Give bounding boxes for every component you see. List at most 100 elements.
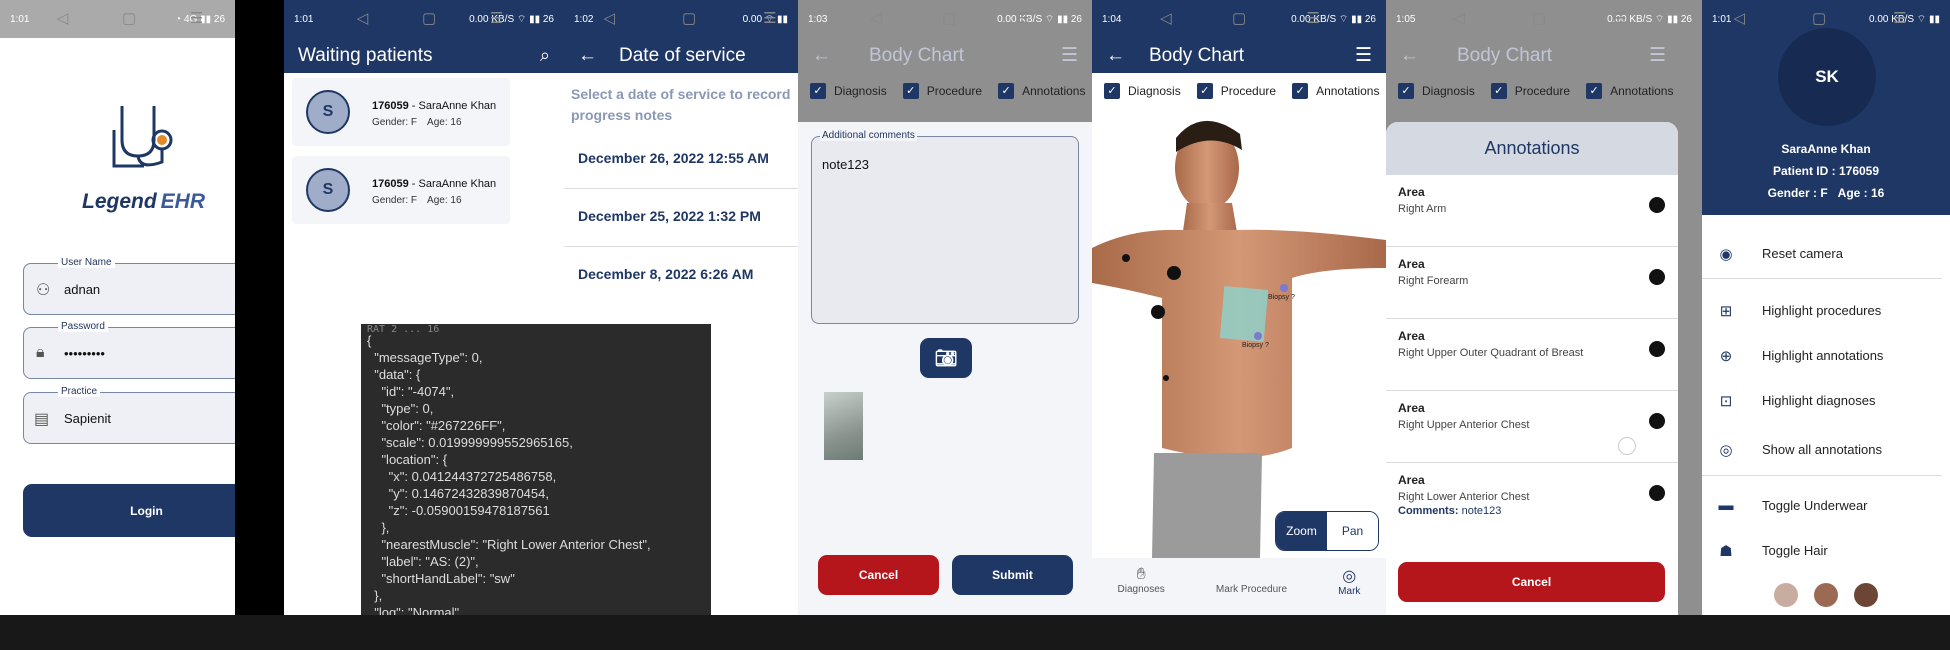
annotations-screen: 1:05 0.00 KB/S ⌔ ▮▮ 26 ← Body Chart ☰ ✓ Diag… — [1386, 0, 1702, 615]
menu-label: Toggle Underwear — [1762, 498, 1868, 513]
tab-annotations[interactable]: ✓ Annotations — [998, 82, 1085, 99]
date-item[interactable]: December 25, 2022 1:32 PM — [564, 189, 798, 247]
home-nav-icon[interactable]: ▢ — [1232, 9, 1246, 27]
menu-icon[interactable]: ☰ — [1355, 44, 1372, 67]
recents-nav-icon[interactable]: ☰ — [190, 9, 203, 27]
marker-dot — [1649, 413, 1665, 429]
menu-reset-camera[interactable]: ◉ Reset camera — [1702, 229, 1942, 279]
menu-label: Highlight diagnoses — [1762, 393, 1876, 408]
annotation-row[interactable]: Area Right Upper Outer Quadrant of Breast — [1386, 319, 1678, 391]
body-model-canvas[interactable] — [1092, 108, 1386, 558]
tab-procedure[interactable]: ✓ Procedure — [1490, 82, 1571, 99]
practice-value: Sapienit — [64, 411, 111, 426]
skin-tone-light[interactable] — [1774, 583, 1798, 607]
zoom-button[interactable]: Zoom — [1276, 512, 1327, 550]
recents-nav-icon[interactable]: ☰ — [1613, 9, 1626, 27]
area-label: Area — [1398, 329, 1425, 343]
dialog-title: Annotations — [1386, 122, 1678, 175]
tab-label: Annotations — [1316, 83, 1380, 98]
annotation-row[interactable]: Area Right Arm — [1386, 175, 1678, 247]
back-arrow-icon[interactable]: ← — [578, 45, 597, 67]
back-arrow-icon[interactable]: ← — [1400, 45, 1419, 67]
back-nav-icon[interactable]: ◁ — [603, 9, 615, 27]
nav-label: Mark Procedure — [1215, 584, 1288, 595]
avatar: SK — [1778, 28, 1876, 126]
annotation-row[interactable]: Area Right Lower Anterior Chest Comments: … — [1386, 463, 1678, 535]
nav-mark[interactable]: ◎ Mark — [1338, 558, 1360, 615]
tab-annotations[interactable]: ✓ Annotations — [1292, 82, 1380, 99]
menu-toggle-underwear[interactable]: ▬ Toggle Underwear — [1702, 483, 1942, 528]
home-nav-icon[interactable]: ▢ — [1532, 9, 1546, 27]
tab-diagnosis[interactable]: ✓ Diagnosis — [810, 82, 887, 99]
annotation-row[interactable]: Area Right Upper Anterior Chest — [1386, 391, 1678, 463]
back-nav-icon[interactable]: ◁ — [1160, 9, 1172, 27]
tab-diagnosis[interactable]: ✓ Diagnosis — [1398, 82, 1475, 99]
back-arrow-icon[interactable]: ← — [812, 45, 831, 67]
pan-button[interactable]: Pan — [1327, 512, 1378, 550]
tab-label: Procedure — [1514, 83, 1571, 98]
body-chart-comments-screen: 1:03 0.00 KB/S ⌔ ▮▮ 26 ← Body Chart ☰ ✓ Diag… — [798, 0, 1092, 615]
recents-nav-icon[interactable]: ☰ — [490, 9, 503, 27]
recents-nav-icon[interactable]: ☰ — [1016, 9, 1029, 27]
back-nav-icon[interactable]: ◁ — [357, 9, 369, 27]
home-nav-icon[interactable]: ▢ — [682, 9, 696, 27]
app-logo — [110, 100, 180, 180]
patient-card[interactable]: S 176059 - SaraAnne Khan Gender: F Age: 1… — [292, 156, 510, 224]
cancel-button[interactable]: Cancel — [1398, 562, 1665, 602]
add-photo-button[interactable]: 📷︎ — [920, 338, 972, 378]
comments-textarea[interactable]: Additional comments note123 — [811, 130, 1079, 324]
nav-diagnoses[interactable]: ✋︎ Diagnoses — [1118, 558, 1165, 615]
avatar: S — [306, 168, 350, 212]
recents-nav-icon[interactable]: ☰ — [1893, 9, 1906, 27]
underwear-icon: ▬ — [1718, 497, 1734, 514]
recents-nav-icon[interactable]: ☰ — [763, 9, 776, 27]
menu-highlight-diagnoses[interactable]: ⊡ Highlight diagnoses — [1702, 378, 1942, 423]
nav-mark-procedure[interactable]: Mark Procedure — [1216, 558, 1287, 615]
tab-annotations[interactable]: ✓ Annotations — [1586, 82, 1673, 99]
back-arrow-icon[interactable]: ← — [1106, 45, 1125, 67]
login-button[interactable]: Login — [23, 484, 235, 537]
page-title: Date of service — [619, 44, 746, 66]
password-input[interactable]: Password 🔒︎ ••••••••• ◉ — [23, 321, 235, 379]
tab-label: Diagnosis — [1128, 83, 1181, 98]
tab-procedure[interactable]: ✓ Procedure — [1196, 82, 1276, 99]
practice-select[interactable]: Practice ▤ Sapienit ▼ — [23, 386, 235, 444]
skin-tone-dark[interactable] — [1854, 583, 1878, 607]
submit-button[interactable]: Submit — [952, 555, 1073, 595]
tab-label: Procedure — [926, 83, 983, 98]
comments-label: Additional comments — [820, 130, 917, 141]
area-label: Area — [1398, 473, 1425, 487]
menu-icon[interactable]: ☰ — [1061, 44, 1078, 67]
menu-icon[interactable]: ☰ — [1649, 44, 1666, 67]
cancel-button[interactable]: Cancel — [818, 555, 939, 595]
menu-highlight-procedures[interactable]: ⊞ Highlight procedures — [1702, 288, 1942, 333]
nav-bar-4: ◁ ▢ ☰ — [840, 0, 1060, 35]
home-nav-icon[interactable]: ▢ — [122, 9, 136, 27]
menu-toggle-hair[interactable]: ☗ Toggle Hair — [1702, 528, 1942, 573]
recents-nav-icon[interactable]: ☰ — [1306, 9, 1319, 27]
home-nav-icon[interactable]: ▢ — [942, 9, 956, 27]
patient-card[interactable]: S 176059 - SaraAnne Khan Gender: F Age: 1… — [292, 78, 510, 146]
comments-value: note123 — [1461, 505, 1502, 517]
username-value: adnan — [64, 282, 101, 297]
date-item[interactable]: December 8, 2022 6:26 AM — [564, 247, 798, 305]
back-nav-icon[interactable]: ◁ — [870, 9, 882, 27]
back-nav-icon[interactable]: ◁ — [1453, 9, 1465, 27]
date-item[interactable]: December 26, 2022 12:55 AM — [564, 131, 798, 189]
camera-icon: 📷︎ — [934, 347, 958, 368]
tab-procedure[interactable]: ✓ Procedure — [902, 82, 983, 99]
home-nav-icon[interactable]: ▢ — [1812, 9, 1826, 27]
menu-highlight-annotations[interactable]: ⊕ Highlight annotations — [1702, 333, 1942, 378]
skin-tone-medium[interactable] — [1814, 583, 1838, 607]
status-time: 1:03 — [808, 13, 828, 25]
photo-thumbnail[interactable] — [824, 392, 863, 460]
annotation-row[interactable]: Area Right Forearm — [1386, 247, 1678, 319]
procedure-icon — [1249, 566, 1253, 584]
tab-diagnosis[interactable]: ✓ Diagnosis — [1104, 82, 1181, 99]
search-icon[interactable]: ⌕ — [540, 45, 550, 66]
back-nav-icon[interactable]: ◁ — [1733, 9, 1745, 27]
username-input[interactable]: User Name ⚇ adnan — [23, 257, 235, 315]
back-nav-icon[interactable]: ◁ — [57, 9, 69, 27]
home-nav-icon[interactable]: ▢ — [422, 9, 436, 27]
menu-show-all-annotations[interactable]: ◎ Show all annotations — [1702, 424, 1942, 476]
